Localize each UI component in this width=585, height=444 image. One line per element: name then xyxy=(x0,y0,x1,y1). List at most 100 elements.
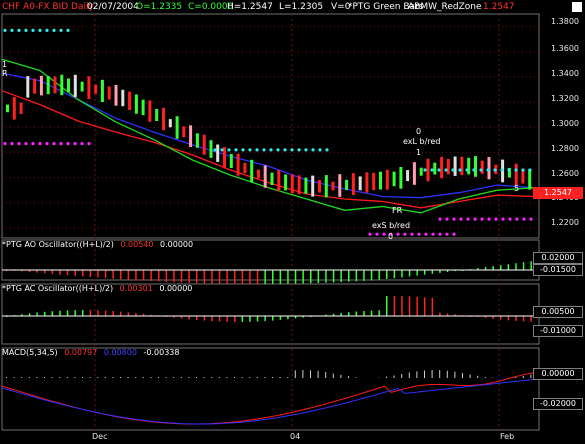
macd-histogram-bar xyxy=(272,377,273,378)
stop-dot xyxy=(311,148,315,152)
annotation-fr: FR xyxy=(392,206,403,215)
price-bar xyxy=(277,170,281,192)
stop-dot xyxy=(445,232,449,236)
price-bar xyxy=(521,170,525,184)
header-low: L=1.2305 xyxy=(279,2,324,12)
macd-histogram-bar xyxy=(515,377,517,378)
price-bar xyxy=(440,156,444,179)
macd-histogram-bar xyxy=(408,372,410,378)
price-bar xyxy=(514,163,518,186)
stop-dot xyxy=(304,148,308,152)
ao-bar xyxy=(173,270,175,283)
ao-bar xyxy=(142,270,145,281)
stop-dot xyxy=(248,148,252,152)
macd-histogram-bar xyxy=(51,377,53,378)
stop-dot xyxy=(52,28,56,32)
ac-bar xyxy=(234,316,236,322)
ac-bar xyxy=(59,310,61,316)
ao-value-red: 0.00540 xyxy=(120,240,154,249)
ac-bar xyxy=(256,316,259,322)
annotation-exl-label: exL b/red xyxy=(403,137,441,146)
macd-histogram-bar xyxy=(340,374,342,378)
ao-bar xyxy=(249,270,251,284)
stop-dot xyxy=(514,168,518,172)
macd-histogram-bar xyxy=(264,377,266,378)
ao-bar xyxy=(416,270,418,276)
price-axis-label: 1.2800 xyxy=(551,144,579,153)
macd-value-red: 0.00797 xyxy=(64,348,98,357)
ac-bar xyxy=(424,297,426,316)
stop-dot xyxy=(24,142,28,146)
price-bar xyxy=(345,179,349,190)
macd-histogram-bar xyxy=(348,376,349,378)
ac-bar xyxy=(51,311,54,316)
ac-bar xyxy=(355,311,358,316)
macd-histogram-bar xyxy=(196,377,197,378)
price-bar xyxy=(250,159,254,183)
time-axis-label: Feb xyxy=(500,432,515,441)
annotation-marker-1: 1 xyxy=(2,60,8,69)
chart-scroll-button[interactable] xyxy=(572,2,582,12)
price-bar xyxy=(474,156,477,177)
header-open: O=1.2335 xyxy=(136,2,183,12)
price-bar xyxy=(304,177,308,194)
stop-dot xyxy=(17,142,21,146)
ao-pane-title: *PTG AO Oscillator((H+L)/2) 0.00540 0.00… xyxy=(2,240,193,250)
price-bar xyxy=(216,144,220,162)
price-bar xyxy=(487,157,491,180)
price-bar xyxy=(290,174,294,194)
stop-dot xyxy=(438,217,442,221)
price-bar xyxy=(209,140,213,158)
macd-histogram-bar xyxy=(142,377,144,378)
stop-dot xyxy=(87,142,91,146)
price-bar xyxy=(433,162,437,175)
stop-dot xyxy=(486,168,490,172)
chart-window[interactable]: CHF A0-FX BID Daily 02/07/2004 O=1.2335 … xyxy=(0,0,585,444)
ao-bar xyxy=(522,262,525,270)
stop-dot xyxy=(17,28,21,32)
price-bar xyxy=(351,173,355,196)
ac-bar xyxy=(439,312,441,316)
price-bar xyxy=(141,99,145,116)
moving-average-line xyxy=(1,90,536,209)
macd-histogram-bar xyxy=(530,374,532,378)
time-axis-label: Dec xyxy=(92,432,108,441)
macd-histogram-bar xyxy=(522,375,524,378)
ac-bar xyxy=(522,316,525,322)
price-bar xyxy=(87,76,91,99)
ac-bar xyxy=(408,296,411,316)
price-bar xyxy=(419,167,423,176)
stop-dot xyxy=(31,142,35,146)
stop-dot xyxy=(290,148,294,152)
ac-bar xyxy=(203,316,206,321)
ac-bar xyxy=(249,316,251,322)
price-bar xyxy=(263,165,267,188)
stop-dot xyxy=(507,168,511,172)
stop-dot xyxy=(10,142,14,146)
stop-dot xyxy=(325,148,329,152)
price-bar xyxy=(162,107,165,131)
chart-canvas[interactable] xyxy=(0,0,585,444)
stop-dot xyxy=(213,148,217,152)
ao-bar xyxy=(355,270,358,282)
stop-dot xyxy=(283,148,287,152)
macd-histogram-bar xyxy=(454,371,456,378)
ac-axis-high: 0.00500 xyxy=(533,306,583,318)
price-axis-label: 1.3200 xyxy=(551,94,579,103)
price-bar xyxy=(148,100,152,122)
price-bar xyxy=(399,167,403,189)
macd-histogram-bar xyxy=(165,377,167,378)
price-bar xyxy=(236,153,240,176)
macd-histogram-bar xyxy=(13,377,15,378)
ao-bar xyxy=(203,270,206,284)
stop-dot xyxy=(458,168,462,172)
ao-bar xyxy=(241,270,244,284)
macd-axis-low: -0.02000 xyxy=(533,398,583,410)
macd-histogram-bar xyxy=(310,370,311,378)
stop-dot xyxy=(382,232,386,236)
ao-bar xyxy=(127,270,130,280)
ac-bar xyxy=(378,310,380,316)
price-bar xyxy=(121,89,125,107)
annotation-exs-label: exS b/red xyxy=(372,221,411,230)
stop-dot xyxy=(472,168,476,172)
